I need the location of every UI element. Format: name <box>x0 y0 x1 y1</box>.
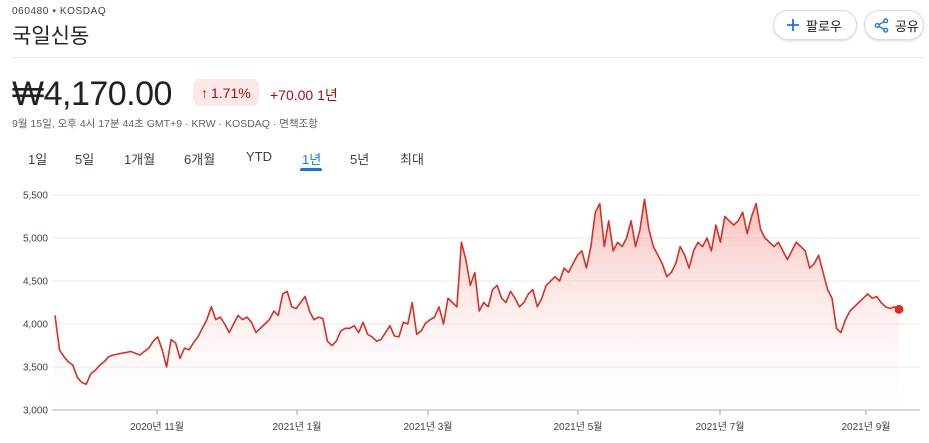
change-percent-badge: ↑ 1.71% <box>193 79 259 106</box>
y-tick-label: 3,500 <box>23 363 48 374</box>
tab-5y[interactable]: 5년 <box>350 149 369 168</box>
current-point <box>894 304 904 314</box>
y-tick-label: 4,000 <box>23 320 48 331</box>
tab-1m[interactable]: 1개월 <box>124 149 155 168</box>
plus-icon <box>786 18 800 32</box>
share-icon <box>874 17 889 33</box>
arrow-up-icon: ↑ <box>201 84 208 101</box>
y-tick-label: 4,500 <box>23 277 48 288</box>
tab-1y[interactable]: 1년 <box>302 149 321 168</box>
current-price: ₩4,170.00 <box>12 75 172 113</box>
tab-active-indicator <box>300 168 322 171</box>
ticker-label: 060480 • KOSDAQ <box>12 6 107 17</box>
header-divider <box>12 57 924 58</box>
change-absolute: +70.00 1년 <box>270 87 338 103</box>
x-tick-label: 2021년 3월 <box>404 421 453 433</box>
follow-label: 팔로우 <box>806 18 842 34</box>
price-area <box>55 199 899 410</box>
x-tick-label: 2021년 5월 <box>554 421 603 433</box>
tab-ytd[interactable]: YTD <box>246 149 272 164</box>
stock-name: 국일신동 <box>12 25 90 48</box>
tab-1d[interactable]: 1일 <box>28 149 47 168</box>
follow-button[interactable]: 팔로우 <box>773 10 857 40</box>
x-tick-label: 2021년 9월 <box>842 421 891 433</box>
tab-6m[interactable]: 6개월 <box>184 149 215 168</box>
quote-meta: 9월 15일, 오후 4시 17분 44초 GMT+9 · KRW · KOSD… <box>12 118 318 130</box>
share-button[interactable]: 공유 <box>864 10 924 40</box>
tab-max[interactable]: 최대 <box>400 149 424 168</box>
price-chart[interactable]: 5,500 5,000 4,500 4,000 3,500 3,000 2020년 11월… <box>0 175 929 443</box>
y-tick-label: 5,500 <box>23 191 48 202</box>
x-tick-label: 2021년 7월 <box>696 421 745 433</box>
change-percent: 1.71% <box>211 84 251 101</box>
y-tick-label: 5,000 <box>23 234 48 245</box>
x-tick-label: 2021년 1월 <box>273 421 322 433</box>
share-label: 공유 <box>895 18 919 34</box>
y-tick-label: 3,000 <box>23 406 48 417</box>
range-tabs: 1일 5일 1개월 6개월 YTD 1년 5년 최대 <box>0 149 500 171</box>
x-tick-label: 2020년 11월 <box>130 421 184 433</box>
tab-5d[interactable]: 5일 <box>75 149 94 168</box>
